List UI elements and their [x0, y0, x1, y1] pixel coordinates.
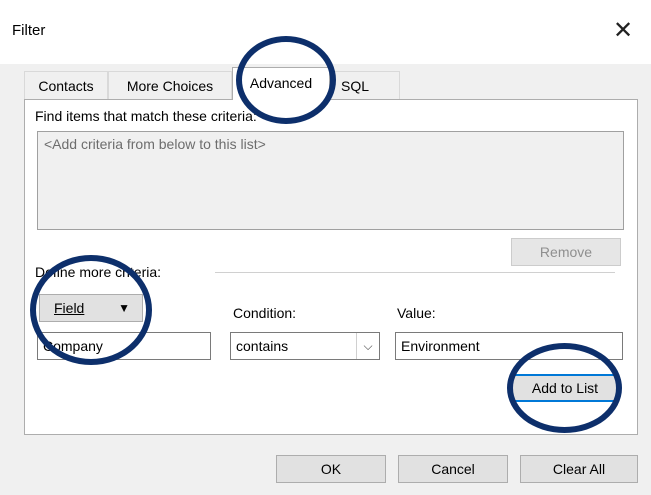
cancel-button[interactable]: Cancel — [398, 455, 508, 483]
field-name-input[interactable]: Company — [37, 332, 211, 360]
add-to-list-button[interactable]: Add to List — [511, 374, 619, 402]
value-input[interactable]: Environment — [395, 332, 623, 360]
condition-select[interactable]: contains ⌵ — [230, 332, 380, 360]
title-bar: Filter ✕ — [0, 0, 651, 64]
group-divider — [215, 272, 615, 273]
tab-contacts[interactable]: Contacts — [24, 71, 108, 99]
criteria-list[interactable]: <Add criteria from below to this list> — [37, 131, 624, 230]
tab-sql[interactable]: SQL — [330, 71, 400, 99]
ok-button[interactable]: OK — [276, 455, 386, 483]
remove-button[interactable]: Remove — [511, 238, 621, 266]
condition-select-value: contains — [236, 338, 289, 354]
dialog-title: Filter — [12, 22, 46, 39]
field-button[interactable]: Field ▼ — [39, 294, 143, 322]
chevron-down-icon: ⌵ — [356, 333, 379, 359]
define-criteria-label: Define more criteria: — [35, 264, 162, 280]
value-label: Value: — [397, 305, 436, 321]
close-icon[interactable]: ✕ — [608, 16, 638, 46]
criteria-placeholder: <Add criteria from below to this list> — [44, 136, 266, 152]
condition-label: Condition: — [233, 305, 297, 321]
tab-more-choices[interactable]: More Choices — [108, 71, 232, 99]
find-items-label: Find items that match these criteria: — [35, 108, 257, 124]
tab-advanced[interactable]: Advanced — [232, 67, 330, 100]
filter-dialog: Filter ✕ Contacts More Choices Advanced … — [0, 0, 651, 495]
dropdown-arrow-icon: ▼ — [118, 301, 130, 315]
advanced-tab-panel: Find items that match these criteria: <A… — [24, 99, 638, 435]
clear-all-button[interactable]: Clear All — [520, 455, 638, 483]
field-button-label: Field — [54, 300, 85, 316]
